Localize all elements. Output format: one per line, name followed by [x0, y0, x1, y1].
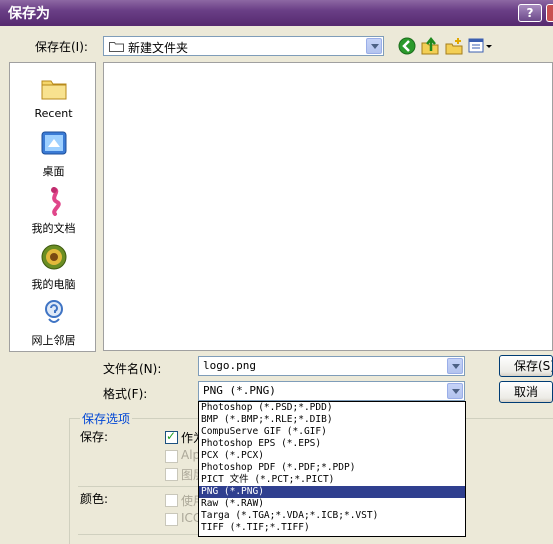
format-option[interactable]: Photoshop EPS (*.EPS) [199, 438, 465, 450]
filename-label: 文件名(N): [103, 362, 162, 376]
format-option[interactable]: Raw (*.RAW) [199, 498, 465, 510]
network-icon [39, 298, 69, 328]
save-in-label: 保存在(I): [35, 40, 88, 54]
window-title: 保存为 [8, 6, 50, 22]
desktop-icon [39, 129, 69, 159]
place-label: 桌面 [42, 165, 65, 178]
up-folder-icon[interactable] [421, 36, 439, 55]
format-option[interactable]: TIFF (*.TIF;*.TIFF) [199, 522, 465, 534]
help-button[interactable]: ? [518, 4, 542, 22]
save-label: 保存: [80, 430, 109, 444]
place-label: 网上邻居 [31, 334, 76, 347]
save-in-combo[interactable]: 新建文件夹 [103, 36, 384, 56]
layers-checkbox[interactable] [165, 468, 178, 481]
view-menu-icon[interactable] [468, 37, 492, 55]
format-option[interactable]: Photoshop (*.PSD;*.PDD) [199, 402, 465, 414]
options-divider-bottom [78, 534, 198, 535]
filename-value: logo.png [203, 359, 256, 372]
place-label: 我的文档 [31, 222, 76, 235]
title-bar: 保存为 ? [0, 0, 553, 26]
format-option-selected[interactable]: PNG (*.PNG) [199, 486, 465, 498]
format-option[interactable]: PCX (*.PCX) [199, 450, 465, 462]
place-my-documents[interactable]: 我的文档 [10, 186, 97, 236]
save-button[interactable]: 保存(S) [499, 355, 553, 377]
format-option[interactable]: Targa (*.TGA;*.VDA;*.ICB;*.VST) [199, 510, 465, 522]
back-icon[interactable] [398, 37, 416, 55]
alpha-checkbox[interactable] [165, 450, 178, 463]
folder-icon [109, 41, 124, 52]
cancel-button[interactable]: 取消 [499, 381, 553, 403]
place-desktop[interactable]: 桌面 [10, 129, 97, 179]
chevron-down-icon[interactable] [366, 38, 382, 54]
icc-checkbox[interactable] [165, 513, 178, 526]
places-bar: Recent 桌面 我的文档 我的电脑 网上邻居 [9, 62, 96, 352]
format-select[interactable]: PNG (*.PNG) [198, 381, 465, 401]
color-label: 颜色: [80, 492, 109, 506]
as-copy-checkbox[interactable] [165, 429, 178, 444]
place-network[interactable]: 网上邻居 [10, 298, 97, 348]
my-computer-icon [39, 242, 69, 272]
save-in-value: 新建文件夹 [128, 41, 189, 55]
format-option[interactable]: CompuServe GIF (*.GIF) [199, 426, 465, 438]
place-label: Recent [34, 107, 73, 120]
format-value: PNG (*.PNG) [203, 384, 276, 397]
recent-icon [39, 73, 69, 103]
place-label: 我的电脑 [31, 278, 76, 291]
chevron-down-icon[interactable] [447, 383, 463, 399]
close-button[interactable] [546, 4, 553, 22]
new-folder-icon[interactable] [445, 37, 463, 55]
chevron-down-icon[interactable] [447, 358, 463, 374]
options-divider [78, 486, 198, 487]
format-dropdown-list[interactable]: Photoshop (*.PSD;*.PDD) BMP (*.BMP;*.RLE… [198, 401, 466, 537]
format-option[interactable]: PICT 文件 (*.PCT;*.PICT) [199, 474, 465, 486]
my-documents-icon [39, 186, 69, 216]
file-list[interactable] [103, 62, 553, 351]
use-proof-checkbox[interactable] [165, 494, 178, 507]
format-label: 格式(F): [103, 387, 148, 401]
filename-field[interactable]: logo.png [198, 356, 465, 376]
save-options-title: 保存选项 [80, 410, 133, 427]
format-option[interactable]: Photoshop PDF (*.PDF;*.PDP) [199, 462, 465, 474]
format-option[interactable]: BMP (*.BMP;*.RLE;*.DIB) [199, 414, 465, 426]
place-my-computer[interactable]: 我的电脑 [10, 242, 97, 292]
place-recent[interactable]: Recent [10, 73, 97, 120]
